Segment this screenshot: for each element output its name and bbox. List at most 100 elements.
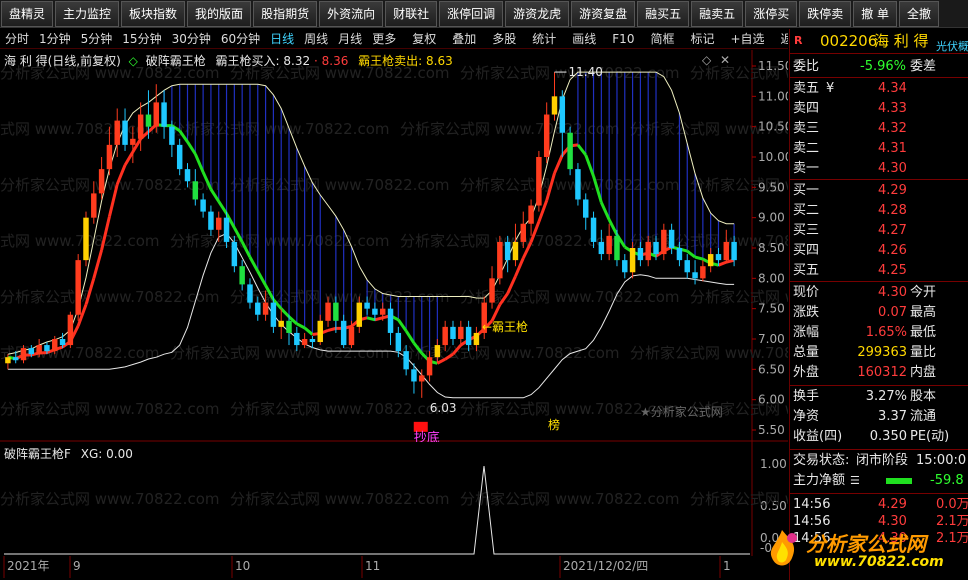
- candle[interactable]: [700, 260, 706, 282]
- x-tick-label: 1: [723, 559, 731, 573]
- stat-label: 涨跌: [793, 305, 820, 320]
- toolbar-button[interactable]: 撤 单: [853, 1, 898, 27]
- toolbar-button[interactable]: 涨停回调: [439, 1, 504, 27]
- period-tab[interactable]: 60分钟: [216, 29, 265, 48]
- chart-tool-button[interactable]: 简框: [645, 29, 679, 48]
- candle[interactable]: [98, 157, 105, 200]
- candle[interactable]: [489, 266, 495, 309]
- main-kline-chart[interactable]: 分析家公式网 www.70822.com 分析家公式网 www.70822.com…: [0, 50, 788, 442]
- chart-close-icon[interactable]: ✕: [720, 53, 730, 67]
- chart-tool-button[interactable]: F10: [607, 29, 639, 48]
- chart-tool-button[interactable]: 叠加: [447, 29, 481, 48]
- candle[interactable]: [122, 108, 128, 151]
- candle[interactable]: [512, 223, 519, 267]
- toolbar-button[interactable]: 财联社: [385, 1, 438, 27]
- chart-settings-icon[interactable]: ◇: [702, 53, 712, 67]
- ask-price[interactable]: 4.33: [878, 99, 907, 119]
- candle[interactable]: [340, 314, 347, 349]
- candle[interactable]: [317, 314, 323, 346]
- candle[interactable]: [536, 150, 542, 212]
- candle[interactable]: [153, 84, 159, 133]
- toolbar-button[interactable]: 跌停卖: [799, 1, 852, 27]
- bid-price[interactable]: 4.27: [878, 221, 907, 241]
- bid-price[interactable]: 4.26: [878, 241, 907, 261]
- y-tick-label: 8.50: [758, 241, 785, 255]
- chart-tool-button[interactable]: 统计: [527, 29, 561, 48]
- close-icon[interactable]: ◇: [129, 54, 138, 68]
- toolbar-button[interactable]: 游资龙虎: [505, 1, 570, 27]
- candle[interactable]: [387, 302, 394, 346]
- candle[interactable]: [543, 102, 550, 164]
- ask-price[interactable]: 4.32: [878, 119, 907, 139]
- bid-price[interactable]: 4.25: [878, 261, 907, 281]
- period-tab[interactable]: 15分钟: [117, 29, 166, 48]
- candle[interactable]: [528, 199, 534, 236]
- bid-price[interactable]: 4.28: [878, 201, 907, 221]
- toolbar-button[interactable]: 游资复盘: [571, 1, 636, 27]
- period-tab[interactable]: 分时: [0, 29, 34, 48]
- toolbar-button[interactable]: 板块指数: [121, 1, 186, 27]
- toolbar-button[interactable]: 盘精灵: [1, 1, 54, 27]
- chart-tool-button[interactable]: 返回: [776, 29, 788, 48]
- period-tab[interactable]: 更多: [367, 29, 401, 48]
- period-tab[interactable]: 日线: [265, 29, 299, 48]
- candle[interactable]: [567, 126, 573, 176]
- ask-price[interactable]: 4.30: [878, 159, 907, 179]
- ask-price[interactable]: 4.31: [878, 139, 907, 159]
- candle[interactable]: [583, 193, 589, 230]
- stat2-label: 收益(四): [793, 429, 843, 444]
- toolbar-button[interactable]: 融卖五: [691, 1, 744, 27]
- candle[interactable]: [192, 169, 199, 206]
- candle[interactable]: [75, 254, 81, 321]
- toolbar-button[interactable]: 融买五: [637, 1, 690, 27]
- candle[interactable]: [161, 90, 167, 139]
- candle-body: [684, 260, 690, 273]
- stat2-value: 0.350: [869, 429, 907, 444]
- period-tab[interactable]: 月线: [333, 29, 367, 48]
- candle[interactable]: [707, 248, 714, 273]
- period-tab[interactable]: 1分钟: [34, 29, 76, 48]
- candle[interactable]: [692, 260, 698, 285]
- chart-tool-button[interactable]: 复权: [407, 29, 441, 48]
- toolbar-button[interactable]: 我的版面: [187, 1, 252, 27]
- period-tab[interactable]: 5分钟: [76, 29, 118, 48]
- candle[interactable]: [200, 193, 206, 218]
- candle[interactable]: [458, 320, 464, 346]
- trade-status-row: 交易状态: 闭市阶段 15:00:0: [790, 451, 968, 471]
- candle[interactable]: [606, 223, 612, 261]
- candle[interactable]: [559, 90, 566, 157]
- toolbar-button[interactable]: 外资流向: [319, 1, 384, 27]
- divider: [790, 179, 968, 180]
- candle[interactable]: [239, 260, 245, 291]
- candle[interactable]: [67, 311, 74, 349]
- candle[interactable]: [450, 320, 456, 346]
- toolbar-button[interactable]: 主力监控: [55, 1, 120, 27]
- candle[interactable]: [497, 235, 503, 285]
- toolbar-button[interactable]: 涨停买: [745, 1, 798, 27]
- chart-tool-button[interactable]: 多股: [487, 29, 521, 48]
- candle-body: [200, 199, 206, 212]
- y-tick-label: 10.00: [758, 150, 788, 164]
- candle[interactable]: [661, 223, 667, 261]
- candle[interactable]: [278, 308, 284, 339]
- candle[interactable]: [419, 369, 425, 398]
- ask-label: 卖三: [793, 121, 820, 136]
- sector-tag[interactable]: 光伏概: [936, 37, 968, 57]
- candle[interactable]: [684, 254, 690, 279]
- chart-tool-button[interactable]: 画线: [567, 29, 601, 48]
- candle[interactable]: [622, 254, 628, 279]
- watermark-text: 分析家公式网 www.70822.com: [230, 176, 450, 194]
- period-tab[interactable]: 周线: [299, 29, 333, 48]
- ask-price[interactable]: 4.34: [878, 79, 907, 99]
- chart-tool-button[interactable]: +自选: [725, 29, 769, 48]
- period-tab[interactable]: 30分钟: [167, 29, 216, 48]
- candle[interactable]: [176, 138, 183, 176]
- toolbar-button[interactable]: 全撤: [899, 1, 940, 27]
- bid-price[interactable]: 4.29: [878, 181, 907, 201]
- stat2-label: 换手: [793, 389, 820, 404]
- toolbar-button[interactable]: 股指期货: [253, 1, 318, 27]
- chart-tool-button[interactable]: 标记: [685, 29, 719, 48]
- candle[interactable]: [83, 211, 89, 267]
- list-icon[interactable]: ☰: [850, 471, 860, 491]
- candle[interactable]: [575, 163, 581, 206]
